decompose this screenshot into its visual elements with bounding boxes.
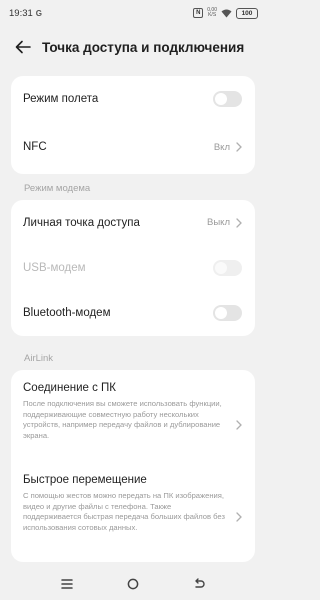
nav-back-button[interactable] <box>166 578 232 590</box>
chevron-right-icon <box>236 420 242 430</box>
hotspot-label: Личная точка доступа <box>23 216 140 229</box>
status-right: N 0,00 K/S 100 <box>193 7 258 19</box>
airplane-mode-toggle[interactable] <box>213 91 242 107</box>
page-header: Точка доступа и подключения <box>0 30 266 64</box>
hotspot-value: Выкл <box>207 217 230 228</box>
card-modem: Личная точка доступа Выкл USB-модем Blue… <box>11 200 255 336</box>
nfc-value-wrap: Вкл <box>214 142 242 153</box>
back-button[interactable] <box>8 32 38 62</box>
toggle-knob <box>215 306 227 319</box>
quick-transfer-row[interactable]: Быстрое перемещение С помощью жестов мож… <box>11 474 255 560</box>
system-nav-bar <box>0 568 266 600</box>
speed-unit: K/S <box>208 12 217 18</box>
battery-icon: 100 <box>236 7 258 19</box>
bluetooth-modem-label: Bluetooth-модем <box>23 306 111 319</box>
toggle-knob <box>215 261 227 274</box>
airplane-mode-label: Режим полета <box>23 93 99 105</box>
airplane-mode-row[interactable]: Режим полета <box>11 76 255 122</box>
section-airlink-header: AirLink <box>24 353 54 364</box>
carrier-g-icon: G <box>35 8 43 18</box>
chevron-right-icon <box>236 512 242 522</box>
menu-icon <box>61 579 73 589</box>
back-arrow-icon <box>15 40 31 54</box>
chevron-right-icon <box>236 142 242 152</box>
quick-transfer-desc: С помощью жестов можно передать на ПК из… <box>23 491 225 532</box>
pc-connection-title: Соединение с ПК <box>23 382 116 394</box>
bluetooth-modem-row[interactable]: Bluetooth-модем <box>11 290 255 335</box>
hotspot-value-wrap: Выкл <box>207 217 242 228</box>
nfc-status-icon: N <box>193 8 204 18</box>
section-modem-header: Режим модема <box>24 183 91 194</box>
nfc-row[interactable]: NFC Вкл <box>11 122 255 172</box>
card-airlink: Соединение с ПК После подключения вы смо… <box>11 370 255 562</box>
status-left: 19:31 G <box>9 8 42 19</box>
toggle-knob <box>215 93 227 105</box>
hotspot-row[interactable]: Личная точка доступа Выкл <box>11 200 255 245</box>
page-title: Точка доступа и подключения <box>42 39 245 55</box>
nfc-label: NFC <box>23 141 47 153</box>
usb-modem-row: USB-модем <box>11 245 255 290</box>
chevron-right-icon <box>236 217 242 228</box>
nfc-value: Вкл <box>213 141 230 153</box>
nav-menu-button[interactable] <box>34 579 100 589</box>
nav-back-icon <box>195 578 205 588</box>
home-circle-icon <box>127 578 139 590</box>
usb-modem-toggle <box>213 259 242 276</box>
pc-connection-desc: После подключения вы сможете использоват… <box>23 399 222 440</box>
wifi-icon <box>221 9 232 17</box>
nav-home-button[interactable] <box>100 578 166 590</box>
network-speed: 0,00 K/S <box>207 8 217 18</box>
card-airplane-nfc: Режим полета NFC Вкл <box>11 76 255 174</box>
pc-connection-row[interactable]: Соединение с ПК После подключения вы смо… <box>11 382 255 468</box>
usb-modem-label: USB-модем <box>23 261 86 274</box>
quick-transfer-title: Быстрое перемещение <box>23 474 147 486</box>
status-time: 19:31 <box>9 7 33 19</box>
bluetooth-modem-toggle[interactable] <box>213 304 242 321</box>
status-bar: 19:31 G N 0,00 K/S 100 <box>0 0 266 26</box>
